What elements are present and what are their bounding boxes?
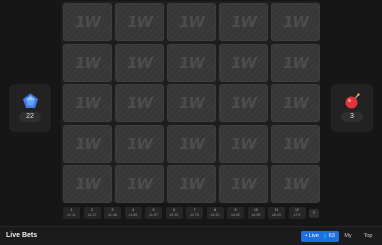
tile[interactable]: 1W <box>63 124 112 163</box>
multiplier-value: x7.9 <box>293 212 301 217</box>
tile-logo: 1W <box>283 13 309 31</box>
multiplier-value: x1.46 <box>108 212 117 217</box>
tile[interactable]: 1W <box>115 165 164 203</box>
tile[interactable]: 1W <box>63 165 112 203</box>
tile-logo: 1W <box>231 53 257 72</box>
tile[interactable]: 1W <box>219 43 268 82</box>
tile[interactable]: 1W <box>271 3 320 41</box>
live-bets-title: Live Bets <box>6 232 38 239</box>
live-bets-bar: Live Bets • Live 👥 63 My Top <box>0 226 382 245</box>
multiplier-chip: 9 x4.02 <box>227 207 244 219</box>
tile-logo: 1W <box>127 134 153 153</box>
multiplier-value: x6.19 <box>272 212 281 217</box>
tile[interactable]: 1W <box>63 3 112 41</box>
multiplier-chip: 10 x4.95 <box>247 207 265 219</box>
tile-logo: 1W <box>75 13 101 31</box>
tile-logo: 1W <box>179 53 205 72</box>
tile-logo: 1W <box>231 13 257 31</box>
multiplier-chip: 8 x3.31 <box>206 207 224 219</box>
tile-logo: 1W <box>127 13 153 31</box>
multiplier-value: x2.32 <box>169 212 179 217</box>
tile-logo: 1W <box>127 53 153 72</box>
multiplier-value: x4.95 <box>251 212 261 217</box>
multiplier-chip: 3 x1.46 <box>104 207 121 219</box>
tile-logo: 1W <box>283 134 309 153</box>
tile-logo: 1W <box>179 13 205 31</box>
tile-logo: 1W <box>75 175 101 193</box>
multiplier-value: x1.69 <box>128 212 138 217</box>
multiplier-value: x1.27 <box>87 212 97 217</box>
multiplier-chip: 2 x1.27 <box>83 207 101 219</box>
tile-logo: 1W <box>231 94 257 112</box>
tile-logo: 1W <box>75 53 101 72</box>
tile-logo: 1W <box>179 134 205 153</box>
tab-live[interactable]: • Live 👥 63 <box>301 231 339 242</box>
tile-logo: 1W <box>283 175 309 193</box>
multiplier-chip: 11 x6.19 <box>268 207 285 219</box>
multiplier-value: x1.97 <box>149 212 158 217</box>
tile[interactable]: 1W <box>219 124 268 163</box>
tile[interactable]: 1W <box>167 3 216 41</box>
tile-logo: 1W <box>283 53 309 72</box>
multiplier-value: x3.31 <box>210 212 220 217</box>
gems-panel: 22 <box>9 84 51 132</box>
tile[interactable]: 1W <box>115 43 164 82</box>
tile[interactable]: 1W <box>219 84 268 122</box>
multiplier-strip: 1 x1.11 2 x1.27 3 x1.46 4 x1.69 5 x1.97 6 x2.32 7 x2.… <box>61 207 320 219</box>
tile[interactable]: 1W <box>115 3 164 41</box>
multiplier-chip: 4 x1.69 <box>124 207 142 219</box>
multiplier-value: x4.02 <box>231 212 240 217</box>
multiplier-value: x2.75 <box>190 212 199 217</box>
tile[interactable]: 1W <box>167 165 216 203</box>
tile[interactable]: 1W <box>219 3 268 41</box>
tile-logo: 1W <box>231 175 257 193</box>
multiplier-chip: 7 x2.75 <box>186 207 203 219</box>
tile-logo: 1W <box>127 94 153 112</box>
tile[interactable]: 1W <box>167 124 216 163</box>
multiplier-value: x1.11 <box>67 212 76 217</box>
game-board: 1W 1W 1W 1W 1W 1W 1W 1W 1W 1W 1W 1W 1W 1W 1W 1W 1W 1W 1W 1W… <box>61 1 320 203</box>
tab-my[interactable]: My <box>341 231 355 242</box>
tile-logo: 1W <box>75 134 101 153</box>
tile[interactable]: 1W <box>271 165 320 203</box>
tile-logo: 1W <box>283 94 309 112</box>
tile-logo: 1W <box>75 94 101 112</box>
tile[interactable]: 1W <box>219 165 268 203</box>
tile[interactable]: 1W <box>115 84 164 122</box>
red-bomb-icon <box>345 93 360 109</box>
tile-logo: 1W <box>127 175 153 193</box>
multiplier-chip: 6 x2.32 <box>165 207 183 219</box>
multiplier-chip: 5 x1.97 <box>145 207 162 219</box>
gems-count: 22 <box>19 112 41 122</box>
multiplier-chip: 1 x1.11 <box>63 207 80 219</box>
tile[interactable]: 1W <box>271 43 320 82</box>
multiplier-chip: 12 x7.9 <box>288 207 306 219</box>
tile-logo: 1W <box>179 175 205 193</box>
tile[interactable]: 1W <box>115 124 164 163</box>
bombs-panel: 3 <box>331 84 373 132</box>
tile-logo: 1W <box>179 94 205 112</box>
tile-logo: 1W <box>231 134 257 153</box>
tile[interactable]: 1W <box>167 43 216 82</box>
bombs-count: 3 <box>341 112 363 122</box>
tile[interactable]: 1W <box>271 124 320 163</box>
tile[interactable]: 1W <box>63 84 112 122</box>
tile[interactable]: 1W <box>63 43 112 82</box>
tile[interactable]: 1W <box>167 84 216 122</box>
blue-gem-icon <box>22 93 38 108</box>
tab-top[interactable]: Top <box>360 231 376 242</box>
tile[interactable]: 1W <box>271 84 320 122</box>
next-multipliers-button[interactable]: › <box>309 209 319 218</box>
